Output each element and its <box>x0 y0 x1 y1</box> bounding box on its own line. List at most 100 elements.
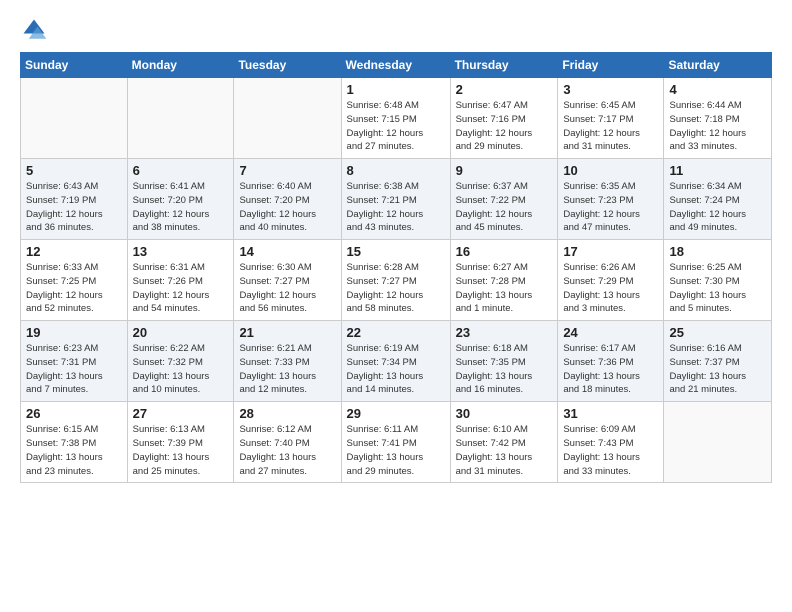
day-number: 13 <box>133 244 229 259</box>
week-row-1: 1Sunrise: 6:48 AM Sunset: 7:15 PM Daylig… <box>21 78 772 159</box>
day-info: Sunrise: 6:33 AM Sunset: 7:25 PM Dayligh… <box>26 261 122 316</box>
day-cell: 7 Sunrise: 6:40 AM Sunset: 7:20 PM Daylig… <box>234 159 341 240</box>
day-number: 27 <box>133 406 229 421</box>
day-info: Sunrise: 6:28 AM Sunset: 7:27 PM Dayligh… <box>347 261 445 316</box>
day-cell: 10 Sunrise: 6:35 AM Sunset: 7:23 PM Dayli… <box>558 159 664 240</box>
day-info: Sunrise: 6:11 AM Sunset: 7:41 PM Dayligh… <box>347 423 445 478</box>
day-cell: 22 Sunrise: 6:19 AM Sunset: 7:34 PM Dayli… <box>341 321 450 402</box>
day-info: Sunrise: 6:27 AM Sunset: 7:28 PM Dayligh… <box>456 261 553 316</box>
header <box>20 16 772 44</box>
week-row-4: 19 Sunrise: 6:23 AM Sunset: 7:31 PM Dayli… <box>21 321 772 402</box>
day-number: 16 <box>456 244 553 259</box>
day-number: 18 <box>669 244 766 259</box>
day-cell: 14 Sunrise: 6:30 AM Sunset: 7:27 PM Dayli… <box>234 240 341 321</box>
day-number: 19 <box>26 325 122 340</box>
day-number: 30 <box>456 406 553 421</box>
day-number: 3 <box>563 82 658 97</box>
day-info: Sunrise: 6:16 AM Sunset: 7:37 PM Dayligh… <box>669 342 766 397</box>
column-header-tuesday: Tuesday <box>234 53 341 78</box>
day-info: Sunrise: 6:21 AM Sunset: 7:33 PM Dayligh… <box>239 342 335 397</box>
day-number: 14 <box>239 244 335 259</box>
day-info: Sunrise: 6:23 AM Sunset: 7:31 PM Dayligh… <box>26 342 122 397</box>
day-cell <box>234 78 341 159</box>
day-cell: 3 Sunrise: 6:45 AM Sunset: 7:17 PM Daylig… <box>558 78 664 159</box>
day-number: 2 <box>456 82 553 97</box>
day-number: 21 <box>239 325 335 340</box>
column-header-friday: Friday <box>558 53 664 78</box>
day-cell: 27 Sunrise: 6:13 AM Sunset: 7:39 PM Dayli… <box>127 402 234 483</box>
day-number: 22 <box>347 325 445 340</box>
day-cell: 28 Sunrise: 6:12 AM Sunset: 7:40 PM Dayli… <box>234 402 341 483</box>
page: SundayMondayTuesdayWednesdayThursdayFrid… <box>0 0 792 493</box>
day-cell <box>127 78 234 159</box>
day-info: Sunrise: 6:30 AM Sunset: 7:27 PM Dayligh… <box>239 261 335 316</box>
day-number: 31 <box>563 406 658 421</box>
calendar: SundayMondayTuesdayWednesdayThursdayFrid… <box>20 52 772 483</box>
day-info: Sunrise: 6:37 AM Sunset: 7:22 PM Dayligh… <box>456 180 553 235</box>
day-number: 11 <box>669 163 766 178</box>
day-cell: 12 Sunrise: 6:33 AM Sunset: 7:25 PM Dayli… <box>21 240 128 321</box>
day-cell: 26 Sunrise: 6:15 AM Sunset: 7:38 PM Dayli… <box>21 402 128 483</box>
day-cell: 19 Sunrise: 6:23 AM Sunset: 7:31 PM Dayli… <box>21 321 128 402</box>
day-number: 12 <box>26 244 122 259</box>
day-info: Sunrise: 6:10 AM Sunset: 7:42 PM Dayligh… <box>456 423 553 478</box>
day-number: 26 <box>26 406 122 421</box>
day-cell: 8 Sunrise: 6:38 AM Sunset: 7:21 PM Daylig… <box>341 159 450 240</box>
day-cell: 20Sunrise: 6:22 AM Sunset: 7:32 PM Dayli… <box>127 321 234 402</box>
day-cell: 24 Sunrise: 6:17 AM Sunset: 7:36 PM Dayli… <box>558 321 664 402</box>
day-info: Sunrise: 6:13 AM Sunset: 7:39 PM Dayligh… <box>133 423 229 478</box>
day-info: Sunrise: 6:35 AM Sunset: 7:23 PM Dayligh… <box>563 180 658 235</box>
day-number: 25 <box>669 325 766 340</box>
day-info: Sunrise: 6:18 AM Sunset: 7:35 PM Dayligh… <box>456 342 553 397</box>
column-header-monday: Monday <box>127 53 234 78</box>
day-number: 28 <box>239 406 335 421</box>
day-cell: 6Sunrise: 6:41 AM Sunset: 7:20 PM Daylig… <box>127 159 234 240</box>
day-number: 7 <box>239 163 335 178</box>
day-info: Sunrise: 6:43 AM Sunset: 7:19 PM Dayligh… <box>26 180 122 235</box>
day-number: 5 <box>26 163 122 178</box>
day-info: Sunrise: 6:44 AM Sunset: 7:18 PM Dayligh… <box>669 99 766 154</box>
day-number: 15 <box>347 244 445 259</box>
day-cell: 21 Sunrise: 6:21 AM Sunset: 7:33 PM Dayli… <box>234 321 341 402</box>
column-header-sunday: Sunday <box>21 53 128 78</box>
day-number: 24 <box>563 325 658 340</box>
day-info: Sunrise: 6:47 AM Sunset: 7:16 PM Dayligh… <box>456 99 553 154</box>
day-number: 17 <box>563 244 658 259</box>
day-cell <box>21 78 128 159</box>
day-cell: 5 Sunrise: 6:43 AM Sunset: 7:19 PM Daylig… <box>21 159 128 240</box>
day-cell <box>664 402 772 483</box>
day-cell: 11 Sunrise: 6:34 AM Sunset: 7:24 PM Dayli… <box>664 159 772 240</box>
day-cell: 13Sunrise: 6:31 AM Sunset: 7:26 PM Dayli… <box>127 240 234 321</box>
week-row-5: 26 Sunrise: 6:15 AM Sunset: 7:38 PM Dayli… <box>21 402 772 483</box>
day-number: 6 <box>133 163 229 178</box>
day-cell: 17 Sunrise: 6:26 AM Sunset: 7:29 PM Dayli… <box>558 240 664 321</box>
day-cell: 29 Sunrise: 6:11 AM Sunset: 7:41 PM Dayli… <box>341 402 450 483</box>
day-number: 29 <box>347 406 445 421</box>
day-info: Sunrise: 6:34 AM Sunset: 7:24 PM Dayligh… <box>669 180 766 235</box>
column-header-thursday: Thursday <box>450 53 558 78</box>
day-cell: 16 Sunrise: 6:27 AM Sunset: 7:28 PM Dayli… <box>450 240 558 321</box>
day-info: Sunrise: 6:19 AM Sunset: 7:34 PM Dayligh… <box>347 342 445 397</box>
day-info: Sunrise: 6:38 AM Sunset: 7:21 PM Dayligh… <box>347 180 445 235</box>
day-cell: 30 Sunrise: 6:10 AM Sunset: 7:42 PM Dayli… <box>450 402 558 483</box>
day-cell: 1Sunrise: 6:48 AM Sunset: 7:15 PM Daylig… <box>341 78 450 159</box>
day-cell: 2 Sunrise: 6:47 AM Sunset: 7:16 PM Daylig… <box>450 78 558 159</box>
day-info: Sunrise: 6:40 AM Sunset: 7:20 PM Dayligh… <box>239 180 335 235</box>
day-cell: 31Sunrise: 6:09 AM Sunset: 7:43 PM Dayli… <box>558 402 664 483</box>
calendar-header-row: SundayMondayTuesdayWednesdayThursdayFrid… <box>21 53 772 78</box>
day-cell: 25 Sunrise: 6:16 AM Sunset: 7:37 PM Dayli… <box>664 321 772 402</box>
column-header-wednesday: Wednesday <box>341 53 450 78</box>
day-cell: 4Sunrise: 6:44 AM Sunset: 7:18 PM Daylig… <box>664 78 772 159</box>
logo <box>20 16 52 44</box>
week-row-3: 12 Sunrise: 6:33 AM Sunset: 7:25 PM Dayli… <box>21 240 772 321</box>
day-number: 23 <box>456 325 553 340</box>
day-cell: 9Sunrise: 6:37 AM Sunset: 7:22 PM Daylig… <box>450 159 558 240</box>
day-info: Sunrise: 6:15 AM Sunset: 7:38 PM Dayligh… <box>26 423 122 478</box>
day-cell: 15 Sunrise: 6:28 AM Sunset: 7:27 PM Dayli… <box>341 240 450 321</box>
day-info: Sunrise: 6:26 AM Sunset: 7:29 PM Dayligh… <box>563 261 658 316</box>
day-number: 8 <box>347 163 445 178</box>
day-number: 10 <box>563 163 658 178</box>
day-info: Sunrise: 6:17 AM Sunset: 7:36 PM Dayligh… <box>563 342 658 397</box>
day-info: Sunrise: 6:12 AM Sunset: 7:40 PM Dayligh… <box>239 423 335 478</box>
day-info: Sunrise: 6:45 AM Sunset: 7:17 PM Dayligh… <box>563 99 658 154</box>
